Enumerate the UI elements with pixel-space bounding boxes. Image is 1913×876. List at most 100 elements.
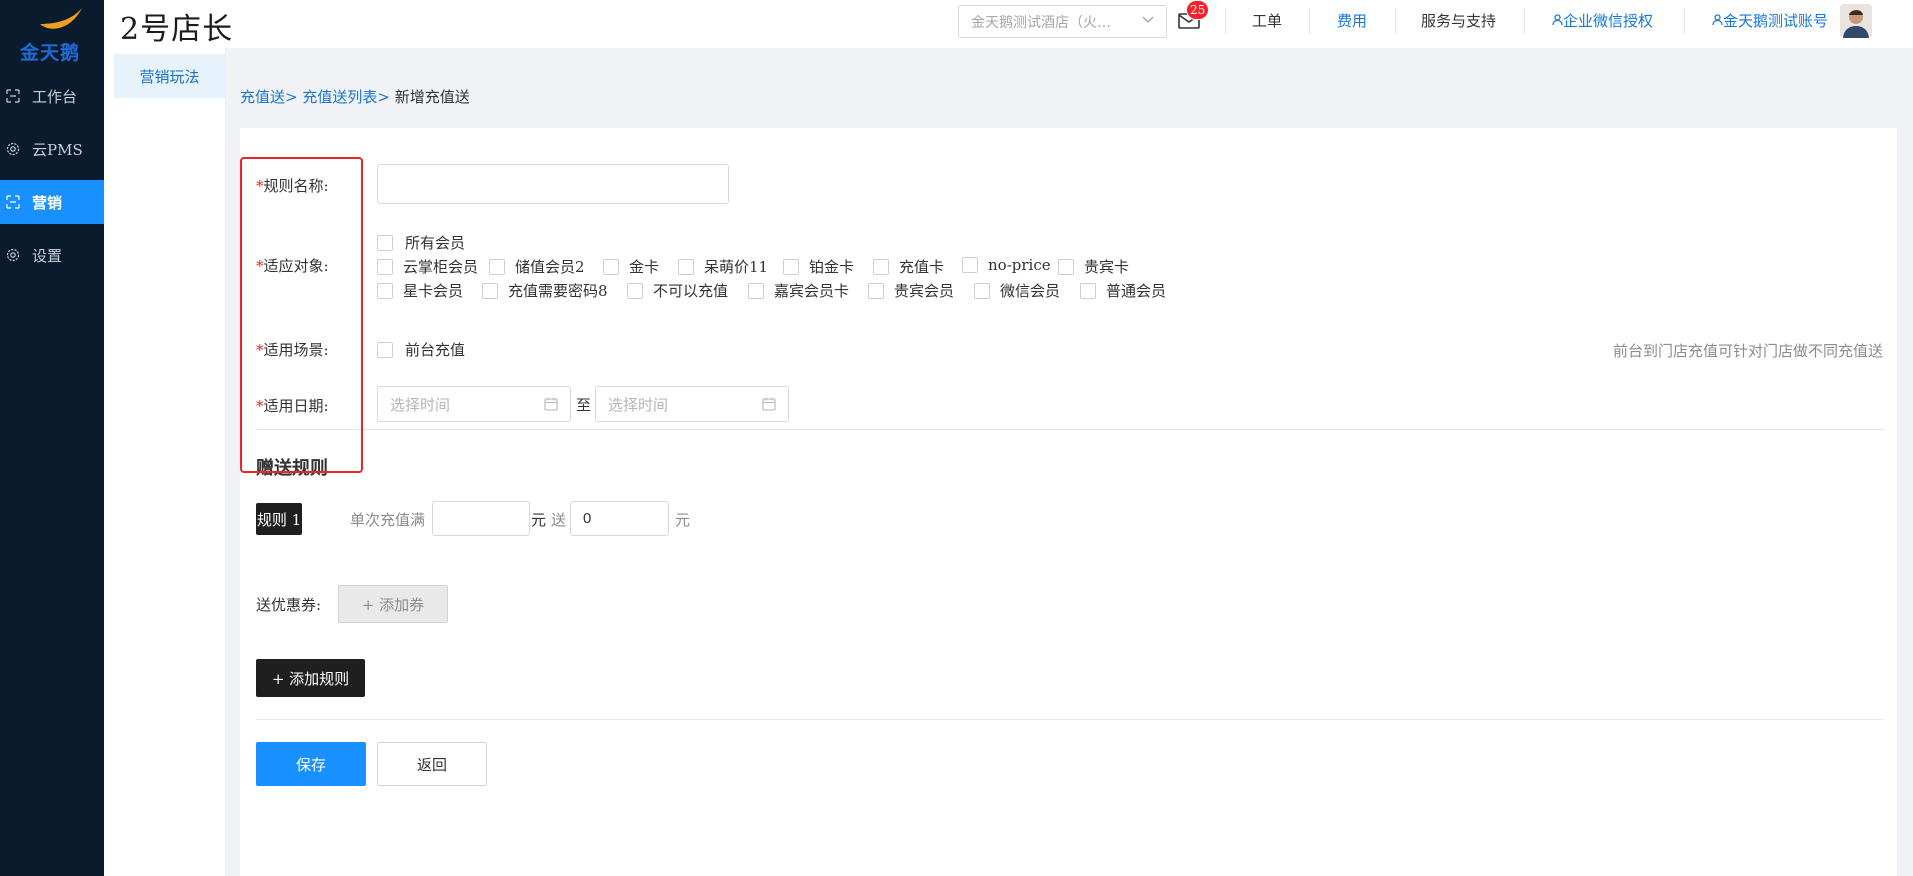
sub-sidebar: 营销玩法 — [104, 48, 226, 876]
member-checkbox[interactable]: 普通会员 — [1080, 280, 1166, 301]
checkbox-label: 普通会员 — [1106, 282, 1167, 300]
checkbox-label: 所有会员 — [405, 234, 466, 252]
member-checkbox[interactable]: 储值会员2 — [489, 256, 585, 277]
checkbox-label: 充值需要密码8 — [508, 282, 608, 300]
hotel-select[interactable]: 金天鹅测试酒店（火… — [958, 5, 1167, 38]
member-checkbox[interactable]: 星卡会员 — [377, 280, 463, 301]
hotel-select-value: 金天鹅测试酒店（火… — [971, 14, 1111, 31]
checkbox-box — [1058, 258, 1074, 275]
back-button[interactable]: 返回 — [377, 742, 487, 786]
member-checkbox[interactable]: 嘉宾会员卡 — [748, 280, 849, 301]
save-button[interactable]: 保存 — [256, 742, 366, 786]
member-checkbox[interactable]: no-price — [962, 256, 1051, 274]
checkbox-box — [377, 258, 393, 275]
nav-item-settings[interactable]: 设置 — [0, 233, 104, 277]
notification-badge: 25 — [1186, 0, 1210, 20]
logo-text: 金天鹅 — [20, 42, 81, 64]
scene-label: *适用场景: — [256, 339, 329, 360]
checkbox-label: 金卡 — [629, 258, 660, 276]
member-checkbox[interactable]: 铂金卡 — [783, 256, 854, 277]
member-checkbox[interactable]: 呆萌价11 — [678, 256, 768, 277]
nav-item-pms[interactable]: 云PMS — [0, 127, 104, 171]
member-checkbox-all[interactable]: 所有会员 — [377, 232, 465, 253]
start-date-picker[interactable]: 选择时间 — [377, 386, 571, 422]
member-checkbox[interactable]: 贵宾会员 — [868, 280, 954, 301]
wecom-auth-label: 企业微信授权 — [1563, 12, 1654, 30]
header-divider — [1395, 8, 1396, 34]
checkbox-label: 充值卡 — [899, 258, 945, 276]
target-label: *适应对象: — [256, 255, 329, 276]
date-label: *适用日期: — [256, 395, 329, 416]
member-checkbox[interactable]: 云掌柜会员 — [377, 256, 478, 277]
checkbox-box — [1080, 282, 1096, 299]
user-icon — [1712, 14, 1723, 26]
checkbox-label: 星卡会员 — [403, 282, 464, 300]
logo: 金天鹅 — [0, 0, 104, 66]
breadcrumb-current: 新增充值送 — [394, 88, 470, 106]
header-divider — [1225, 8, 1226, 34]
checkbox-label: no-price — [988, 256, 1051, 274]
subnav-item-marketing-play[interactable]: 营销玩法 — [114, 54, 225, 98]
recharge-threshold-input[interactable] — [432, 501, 530, 536]
logo-swoosh-icon — [40, 8, 82, 29]
add-rule-button[interactable]: + 添加规则 — [256, 659, 365, 697]
give-amount-input[interactable] — [570, 501, 669, 536]
gift-rules-title: 赠送规则 — [256, 458, 328, 479]
nav-item-workbench[interactable]: 工作台 — [0, 74, 104, 118]
calendar-icon — [762, 398, 776, 411]
checkbox-label: 不可以充值 — [653, 282, 729, 300]
gear-icon — [6, 142, 20, 156]
avatar[interactable] — [1840, 4, 1872, 38]
give-label: 送 — [551, 511, 567, 529]
support-link[interactable]: 服务与支持 — [1421, 10, 1496, 31]
work-order-link[interactable]: 工单 — [1252, 10, 1282, 31]
required-mark: * — [256, 397, 264, 415]
breadcrumb-recharge-list[interactable]: 充值送列表 — [302, 88, 377, 106]
checkbox-box — [603, 258, 619, 275]
checkbox-box — [489, 258, 505, 275]
checkbox-label: 贵宾会员 — [894, 282, 955, 300]
header-divider — [1309, 8, 1310, 34]
unit-yuan: 元 — [675, 511, 691, 529]
checkbox-label: 微信会员 — [1000, 282, 1061, 300]
add-coupon-button[interactable]: + 添加券 — [338, 585, 448, 623]
coupon-label: 送优惠券: — [256, 596, 322, 614]
member-checkbox[interactable]: 微信会员 — [974, 280, 1060, 301]
account-label: 金天鹅测试账号 — [1723, 12, 1829, 30]
nav-item-marketing[interactable]: 营销 — [0, 180, 104, 224]
checkbox-box — [678, 258, 694, 275]
checkbox-label: 铂金卡 — [809, 258, 855, 276]
rule-name-label-text: 规则名称: — [263, 177, 329, 195]
member-checkbox[interactable]: 充值卡 — [873, 256, 944, 277]
required-mark: * — [256, 177, 264, 195]
checkbox-box — [482, 282, 498, 299]
header-divider — [1684, 8, 1685, 34]
rule-name-input[interactable] — [377, 164, 729, 204]
checkbox-box — [962, 257, 978, 273]
wecom-auth-link[interactable]: 企业微信授权 — [1552, 10, 1653, 31]
nav-item-label: 云PMS — [32, 140, 83, 159]
end-date-placeholder: 选择时间 — [608, 395, 669, 414]
fees-link[interactable]: 费用 — [1337, 10, 1367, 31]
target-label-text: 适应对象: — [263, 257, 329, 275]
member-checkbox[interactable]: 金卡 — [603, 256, 659, 277]
checkbox-box — [868, 282, 884, 299]
checkbox-box — [974, 282, 990, 299]
checkbox-label: 储值会员2 — [515, 258, 585, 276]
breadcrumb-recharge-gift[interactable]: 充值送 — [240, 88, 285, 106]
chevron-down-icon — [1142, 16, 1154, 23]
checkbox-box — [783, 258, 799, 275]
member-checkbox[interactable]: 不可以充值 — [627, 280, 728, 301]
scene-checkbox-front-desk[interactable]: 前台充值 — [377, 339, 465, 360]
checkbox-label: 贵宾卡 — [1084, 258, 1130, 276]
checkbox-label: 呆萌价11 — [704, 258, 769, 276]
checkbox-label: 嘉宾会员卡 — [774, 282, 850, 300]
marketing-icon — [6, 195, 20, 209]
nav-item-label: 设置 — [32, 246, 63, 265]
breadcrumb-separator: > — [377, 88, 390, 106]
account-link[interactable]: 金天鹅测试账号 — [1712, 10, 1828, 31]
member-checkbox[interactable]: 充值需要密码8 — [482, 280, 608, 301]
end-date-picker[interactable]: 选择时间 — [595, 386, 789, 422]
member-checkbox[interactable]: 贵宾卡 — [1058, 256, 1129, 277]
rule-name-label: *规则名称: — [256, 175, 329, 196]
